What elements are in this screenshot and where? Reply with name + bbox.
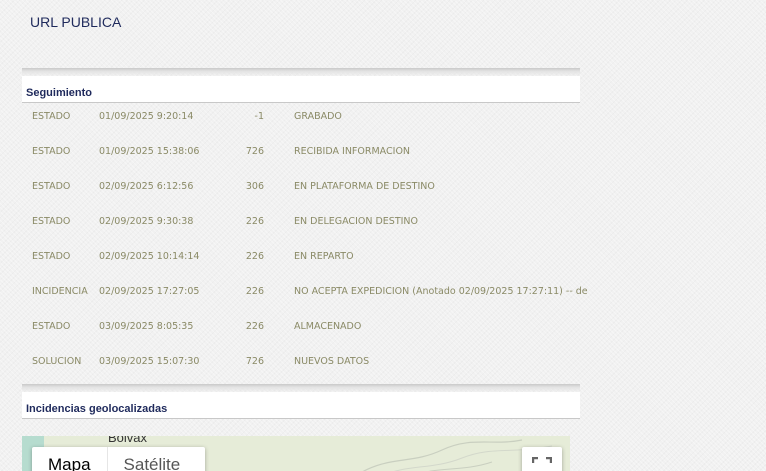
row-description: RECIBIDA INFORMACION <box>294 146 411 157</box>
row-code: 306 <box>245 181 264 192</box>
tracking-section-header: Seguimiento <box>22 76 580 103</box>
table-row: ESTADO 01/09/2025 9:20:14 -1 GRABADO <box>22 104 602 139</box>
row-datetime: 03/09/2025 8:05:35 <box>99 321 194 332</box>
row-code: 226 <box>245 286 264 297</box>
fullscreen-icon <box>532 457 552 471</box>
row-datetime: 01/09/2025 9:20:14 <box>99 111 194 122</box>
row-type: ESTADO <box>32 321 71 332</box>
row-description: NO ACEPTA EXPEDICION (Anotado 02/09/2025… <box>294 286 588 297</box>
incidents-section-header: Incidencias geolocalizadas <box>22 392 580 419</box>
table-row: INCIDENCIA 02/09/2025 17:27:05 226 NO AC… <box>22 279 602 314</box>
row-code: 226 <box>245 216 264 227</box>
row-description: NUEVOS DATOS <box>294 356 370 367</box>
row-code: 726 <box>245 146 264 157</box>
row-type: SOLUCION <box>32 356 82 367</box>
table-row: SOLUCION 03/09/2025 15:07:30 726 NUEVOS … <box>22 349 602 384</box>
incidents-map[interactable]: Bolvax Mapa Satélite <box>22 436 570 471</box>
table-row: ESTADO 02/09/2025 10:14:14 226 EN REPART… <box>22 244 602 279</box>
map-type-control: Mapa Satélite <box>32 447 205 471</box>
row-datetime: 03/09/2025 15:07:30 <box>99 356 200 367</box>
row-datetime: 02/09/2025 17:27:05 <box>99 286 200 297</box>
row-description: GRABADO <box>294 111 342 122</box>
row-type: ESTADO <box>32 216 71 227</box>
row-type: ESTADO <box>32 181 71 192</box>
row-code: -1 <box>254 111 264 122</box>
panel-divider <box>22 68 580 76</box>
row-description: ALMACENADO <box>294 321 362 332</box>
table-row: ESTADO 02/09/2025 9:30:38 226 EN DELEGAC… <box>22 209 602 244</box>
row-type: INCIDENCIA <box>32 286 88 297</box>
row-code: 726 <box>245 356 264 367</box>
row-type: ESTADO <box>32 146 71 157</box>
fullscreen-button[interactable] <box>522 447 562 471</box>
row-description: EN REPARTO <box>294 251 354 262</box>
row-datetime: 02/09/2025 9:30:38 <box>99 216 194 227</box>
tracking-heading: Seguimiento <box>26 87 93 99</box>
row-description: EN PLATAFORMA DE DESTINO <box>294 181 435 192</box>
table-row: ESTADO 03/09/2025 8:05:35 226 ALMACENADO <box>22 314 602 349</box>
row-type: ESTADO <box>32 251 71 262</box>
map-type-satellite-button[interactable]: Satélite <box>108 447 197 471</box>
panel-divider <box>22 384 580 392</box>
page-title: URL PUBLICA <box>30 14 122 30</box>
table-row: ESTADO 02/09/2025 6:12:56 306 EN PLATAFO… <box>22 174 602 209</box>
row-description: EN DELEGACION DESTINO <box>294 216 419 227</box>
row-datetime: 02/09/2025 6:12:56 <box>99 181 194 192</box>
map-type-map-button[interactable]: Mapa <box>32 447 108 471</box>
tracking-table: ESTADO 01/09/2025 9:20:14 -1 GRABADO EST… <box>22 104 602 384</box>
row-datetime: 01/09/2025 15:38:06 <box>99 146 200 157</box>
row-code: 226 <box>245 321 264 332</box>
incidents-heading: Incidencias geolocalizadas <box>26 403 168 415</box>
row-code: 226 <box>245 251 264 262</box>
map-place-label: Bolvax <box>108 436 148 445</box>
row-datetime: 02/09/2025 10:14:14 <box>99 251 200 262</box>
table-row: ESTADO 01/09/2025 15:38:06 726 RECIBIDA … <box>22 139 602 174</box>
row-type: ESTADO <box>32 111 71 122</box>
